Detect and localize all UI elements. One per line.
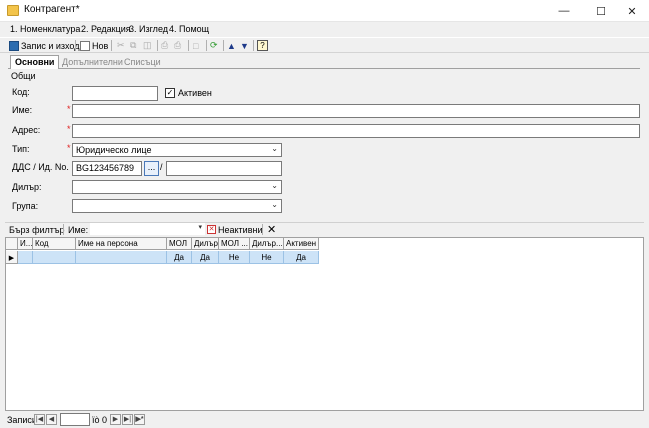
- floppy-icon: [9, 40, 19, 51]
- column-header[interactable]: Дилър: [192, 238, 219, 250]
- preview-icon[interactable]: ⎙: [174, 39, 181, 52]
- refresh-icon[interactable]: ⟳: [210, 39, 218, 52]
- column-header[interactable]: Дилър...: [250, 238, 284, 250]
- dealer-label: Дилър:: [12, 182, 42, 192]
- clear-filter-icon[interactable]: ✕: [267, 223, 276, 236]
- filter-bar: Бърз филтър Име: ▾ ✕ Неактивни ✕: [5, 222, 644, 236]
- cut-icon[interactable]: ✂: [117, 39, 125, 52]
- name-input[interactable]: [72, 104, 640, 118]
- table-cell[interactable]: [33, 251, 76, 264]
- table-cell[interactable]: Да: [284, 251, 319, 264]
- new-record-icon[interactable]: ▶*: [134, 414, 145, 425]
- paste-icon[interactable]: ◫: [143, 39, 152, 52]
- arrow-down-icon[interactable]: ▼: [240, 39, 249, 52]
- arrow-up-icon[interactable]: ▲: [227, 39, 236, 52]
- vat-label: ДДС / Ид. No.: [12, 162, 69, 172]
- previous-record-icon[interactable]: ◀: [46, 414, 57, 425]
- print-icon[interactable]: ⎙: [161, 39, 168, 52]
- maximize-button[interactable]: ☐: [584, 0, 618, 22]
- new-document-icon: [80, 40, 90, 51]
- column-header[interactable]: МОЛ ...: [219, 238, 250, 250]
- menu-help[interactable]: 4. Помощ: [169, 24, 209, 34]
- table-cell[interactable]: Да: [167, 251, 192, 264]
- id-number-input[interactable]: [166, 161, 282, 176]
- record-position: ïò 0: [92, 415, 108, 425]
- general-panel: Общи Код: ✓ Активен Име: * Адрес: * Тип:…: [5, 69, 644, 217]
- chevron-down-icon: ⌄: [271, 144, 278, 153]
- menu-edit[interactable]: 2. Редакция: [81, 24, 131, 34]
- table-cell[interactable]: Не: [219, 251, 250, 264]
- group-title: Общи: [11, 71, 36, 81]
- tab-main[interactable]: Основни: [10, 55, 60, 70]
- address-input[interactable]: [72, 124, 640, 138]
- menu-bar: 1. Номенклатура 2. Редакция 3. Изглед 4.…: [0, 22, 649, 36]
- filter-name-select[interactable]: ▾: [90, 223, 205, 235]
- filter-name-label: Име:: [68, 225, 89, 235]
- cross-icon: ✕: [207, 225, 216, 234]
- tab-strip: Основни Допълнителни Списъци: [8, 55, 640, 70]
- column-header[interactable]: МОЛ: [167, 238, 192, 250]
- code-label: Код:: [12, 87, 30, 97]
- window-title: Контрагент*: [24, 4, 80, 15]
- active-label: Активен: [178, 88, 212, 98]
- address-label: Адрес:: [12, 125, 41, 135]
- name-label: Име:: [12, 105, 33, 115]
- quick-filter-label: Бърз филтър: [9, 225, 65, 235]
- table-cell[interactable]: [76, 251, 167, 264]
- column-header[interactable]: Активен: [284, 238, 319, 250]
- table-cell[interactable]: Не: [250, 251, 284, 264]
- persons-grid: И... Код Име на персона МОЛ Дилър МОЛ ..…: [5, 237, 644, 411]
- column-header[interactable]: Код: [33, 238, 76, 250]
- column-header[interactable]: Име на персона: [76, 238, 167, 250]
- menu-view[interactable]: 3. Изглед: [129, 24, 168, 34]
- dealer-select[interactable]: ⌄: [72, 180, 282, 194]
- group-label: Група:: [12, 201, 39, 211]
- type-label: Тип:: [12, 144, 30, 154]
- required-marker: *: [67, 143, 71, 153]
- copy-icon[interactable]: ⧉: [130, 39, 136, 52]
- dropdown-arrow-icon: ▾: [198, 224, 202, 231]
- active-checkbox[interactable]: ✓: [165, 88, 175, 98]
- tab-lists[interactable]: Списъци: [120, 56, 165, 69]
- last-record-icon[interactable]: ▶|: [122, 414, 133, 425]
- table-cell[interactable]: [18, 251, 33, 264]
- record-number-input[interactable]: [60, 413, 90, 426]
- help-icon[interactable]: ?: [257, 39, 268, 52]
- vat-input[interactable]: BG123456789: [72, 161, 142, 176]
- tab-additional[interactable]: Допълнителни: [58, 56, 127, 69]
- next-record-icon[interactable]: ▶: [110, 414, 121, 425]
- save-exit-button[interactable]: Запис и изход: [9, 39, 79, 52]
- type-select[interactable]: Юридическо лице ⌄: [72, 143, 282, 157]
- code-input[interactable]: [72, 86, 158, 101]
- folder-icon: [7, 5, 19, 16]
- column-header[interactable]: И...: [18, 238, 33, 250]
- delete-icon[interactable]: □: [193, 39, 198, 52]
- close-button[interactable]: ✕: [615, 0, 649, 22]
- record-navigator: Записи: |◀ ◀ ïò 0 ▶ ▶| ▶*: [0, 411, 649, 428]
- chevron-down-icon: ⌄: [271, 181, 278, 190]
- current-row-icon: ▶: [6, 251, 18, 264]
- new-button[interactable]: Нов: [80, 39, 108, 52]
- table-cell[interactable]: Да: [192, 251, 219, 264]
- required-marker: *: [67, 124, 71, 134]
- first-record-icon[interactable]: |◀: [34, 414, 45, 425]
- group-select[interactable]: ⌄: [72, 199, 282, 213]
- chevron-down-icon: ⌄: [271, 200, 278, 209]
- row-indicator-header: [6, 238, 18, 250]
- inactive-toggle[interactable]: ✕ Неактивни: [207, 223, 262, 236]
- required-marker: *: [67, 104, 71, 114]
- title-bar: Контрагент* — ☐ ✕: [0, 0, 649, 22]
- menu-nomenclature[interactable]: 1. Номенклатура: [10, 24, 80, 34]
- vat-separator: /: [160, 162, 163, 172]
- minimize-button[interactable]: —: [547, 0, 581, 22]
- vat-lookup-button[interactable]: ...: [144, 161, 159, 176]
- toolbar: Запис и изход Нов ✂ ⧉ ◫ ⎙ ⎙ □ ⟳ ▲ ▼ ?: [0, 37, 649, 53]
